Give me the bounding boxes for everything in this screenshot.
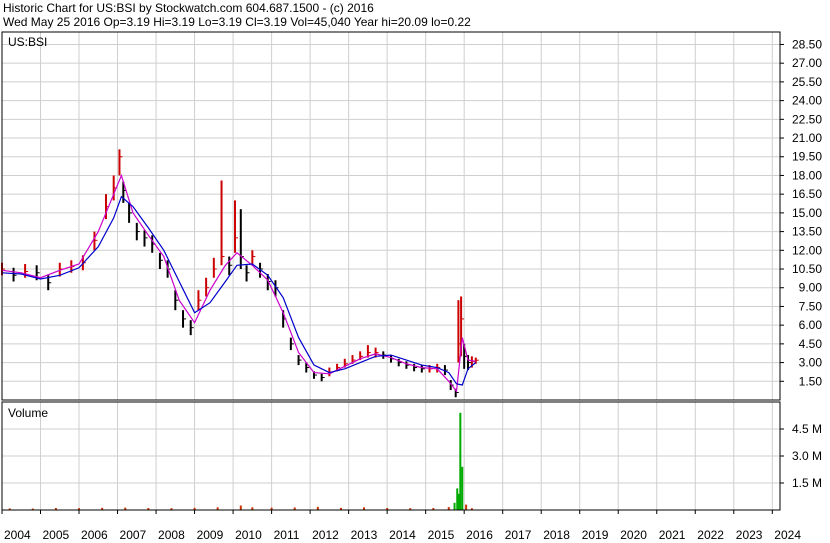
x-tick-label: 2012	[312, 528, 339, 542]
x-tick-label: 2019	[582, 528, 609, 542]
x-tick-label: 2017	[505, 528, 532, 542]
x-tick-label: 2020	[620, 528, 647, 542]
price-y-tick-label: 12.00	[792, 243, 822, 257]
volume-bars	[8, 412, 473, 510]
volume-bar	[459, 412, 462, 510]
volume-y-tick-label: 3.0 M	[792, 449, 822, 463]
x-tick-label: 2022	[697, 528, 724, 542]
price-y-tick-label: 9.00	[799, 281, 823, 295]
price-y-tick-label: 3.00	[799, 356, 823, 370]
x-tick-label: 2008	[158, 528, 185, 542]
volume-y-tick-label: 1.5 M	[792, 476, 822, 490]
x-tick-label: 2004	[4, 528, 31, 542]
volume-y-tick-label: 4.5 M	[792, 422, 822, 436]
volume-grid	[1, 402, 780, 510]
price-panel-title: US:BSI	[8, 35, 47, 49]
price-y-tick-label: 21.00	[792, 131, 822, 145]
volume-y-tick-labels: 4.5 M 3.0 M 1.5 M	[780, 422, 822, 490]
price-y-tick-label: 27.00	[792, 56, 822, 70]
price-y-tick-label: 1.50	[799, 374, 823, 388]
x-tick-label: 2010	[235, 528, 262, 542]
moving-average-long-line	[1, 195, 477, 386]
price-y-tick-label: 18.00	[792, 168, 822, 182]
price-y-tick-label: 15.00	[792, 206, 822, 220]
x-tick-label: 2021	[659, 528, 686, 542]
price-y-tick-label: 19.50	[792, 150, 822, 164]
price-y-tick-labels: 28.50 27.00 25.50 24.00 22.50 21.00 19.50 18.00…	[780, 37, 822, 388]
price-y-tick-label: 16.50	[792, 187, 822, 201]
volume-bar	[453, 502, 456, 510]
x-tick-label: 2018	[543, 528, 570, 542]
x-tick-label: 2005	[43, 528, 70, 542]
price-y-tick-label: 24.00	[792, 94, 822, 108]
volume-bar	[461, 466, 464, 510]
price-y-tick-label: 7.50	[799, 299, 823, 313]
price-y-tick-label: 10.50	[792, 262, 822, 276]
price-y-tick-label: 4.50	[799, 337, 823, 351]
price-y-tick-label: 6.00	[799, 318, 823, 332]
price-y-tick-label: 13.50	[792, 225, 822, 239]
x-tick-label: 2024	[774, 528, 801, 542]
x-tick-label: 2023	[736, 528, 763, 542]
x-tick-label: 2009	[197, 528, 224, 542]
x-tick-label: 2015	[428, 528, 455, 542]
x-tick-label: 2006	[81, 528, 108, 542]
price-y-tick-label: 25.50	[792, 75, 822, 89]
price-y-tick-label: 28.50	[792, 37, 822, 51]
volume-bar	[465, 504, 468, 510]
price-grid	[1, 32, 780, 400]
x-tick-label: 2007	[120, 528, 147, 542]
x-tick-label: 2013	[351, 528, 378, 542]
x-tick-label: 2014	[389, 528, 416, 542]
x-axis: 2004 2005 2006 2007 2008 2009 2010 2011 2012 2013…	[1, 509, 801, 542]
volume-bar	[239, 505, 242, 510]
price-panel-frame	[1, 31, 781, 401]
price-y-tick-label: 22.50	[792, 112, 822, 126]
x-tick-label: 2016	[466, 528, 493, 542]
volume-panel-title: Volume	[8, 406, 48, 420]
x-tick-label: 2011	[274, 528, 300, 542]
stock-chart: US:BSI 28.50 27.00 25.50 24.00 22.50 21.00 19.…	[1, 31, 822, 542]
